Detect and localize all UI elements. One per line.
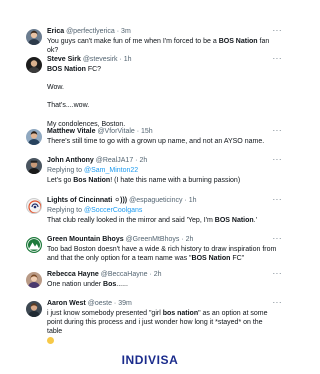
author-name[interactable]: Steve Sirk — [47, 56, 81, 63]
tweet-text: There's still time to go with a grown up… — [47, 138, 265, 145]
avatar[interactable] — [26, 158, 42, 174]
reply-to-link[interactable]: @SoccerCoolgans — [84, 207, 142, 214]
author-name[interactable]: Lights of Cincinnati ⚪))) — [47, 197, 127, 204]
more-options-icon[interactable]: ··· — [273, 299, 283, 307]
author-handle[interactable]: @GreenMtBhoys — [126, 236, 180, 243]
indivisa-logo: INDIVISA — [121, 353, 179, 367]
tweet-text: That club really looked in the mirror an… — [47, 217, 257, 224]
tweet[interactable]: Aaron West @oeste · 39m ··· i just know … — [0, 299, 300, 346]
more-options-icon[interactable]: ··· — [273, 196, 283, 204]
tweet-text: i just know somebody presented "girl bos… — [47, 309, 278, 346]
avatar[interactable] — [26, 129, 42, 145]
more-options-icon[interactable]: ··· — [273, 55, 283, 63]
reply-to-link[interactable]: @Sam_Minton22 — [84, 167, 138, 174]
more-options-icon[interactable]: ··· — [273, 235, 283, 243]
tweet-header: Steve Sirk @stevesirk · 1h — [47, 55, 278, 64]
tweet-time[interactable]: 39m — [118, 300, 132, 307]
tweet-header: Matthew Vitale @VforVitale · 15h — [47, 127, 278, 136]
tweet[interactable]: John Anthony @RealJA17 · 2h ··· Replying… — [0, 156, 300, 185]
replying-to: Replying to @SoccerCoolgans — [47, 207, 143, 214]
tweet-text: You guys can't make fun of me when I'm f… — [47, 38, 270, 55]
tweet-time[interactable]: 2h — [139, 157, 147, 164]
avatar[interactable] — [26, 57, 42, 73]
tweet-time[interactable]: 1h — [124, 56, 132, 63]
tweet-time[interactable]: 3m — [121, 28, 131, 35]
author-handle[interactable]: @stevesirk — [83, 56, 118, 63]
more-options-icon[interactable]: ··· — [273, 127, 283, 135]
tweet-text: Let's go Bos Nation! (I hate this name w… — [47, 177, 241, 184]
tweet[interactable]: Matthew Vitale @VforVitale · 15h ··· The… — [0, 127, 300, 146]
author-handle[interactable]: @RealJA17 — [96, 157, 133, 164]
author-handle[interactable]: @espagueticincy — [129, 197, 182, 204]
author-handle[interactable]: @oeste — [88, 300, 112, 307]
tweet-time[interactable]: 2h — [154, 271, 162, 278]
tweet-time[interactable]: 2h — [186, 236, 194, 243]
avatar[interactable] — [26, 272, 42, 288]
avatar[interactable] — [26, 237, 42, 253]
tweet-text: BOS Nation FC? Wow. That's....wow. My co… — [47, 66, 126, 128]
tweet[interactable]: Rebecca Hayne @BeccaHayne · 2h ··· One n… — [0, 270, 300, 289]
author-name[interactable]: Rebecca Hayne — [47, 271, 99, 278]
author-handle[interactable]: @BeccaHayne — [101, 271, 148, 278]
tweet[interactable]: Lights of Cincinnati ⚪))) @espagueticinc… — [0, 196, 300, 225]
author-name[interactable]: Erica — [47, 28, 64, 35]
avatar[interactable] — [26, 198, 42, 214]
more-options-icon[interactable]: ··· — [273, 27, 283, 35]
author-name[interactable]: Aaron West — [47, 300, 86, 307]
tweet[interactable]: Erica @perfectlyerica · 3m ··· You guys … — [0, 27, 300, 55]
tweet[interactable]: Steve Sirk @stevesirk · 1h ··· BOS Natio… — [0, 55, 300, 129]
tweet-feed: Erica @perfectlyerica · 3m ··· You guys … — [0, 0, 300, 352]
more-options-icon[interactable]: ··· — [273, 156, 283, 164]
author-name[interactable]: John Anthony — [47, 157, 94, 164]
author-name[interactable]: Green Mountain Bhoys — [47, 236, 124, 243]
author-name[interactable]: Matthew Vitale — [47, 128, 96, 135]
tweet-header: Rebecca Hayne @BeccaHayne · 2h — [47, 270, 278, 279]
tweet-header: Aaron West @oeste · 39m — [47, 299, 278, 308]
tweet-text: Too bad Boston doesn't have a wide & ric… — [47, 246, 277, 263]
tweet-time[interactable]: 15h — [141, 128, 153, 135]
tweet-header: Green Mountain Bhoys @GreenMtBhoys · 2h — [47, 235, 278, 244]
tweet-header: John Anthony @RealJA17 · 2h — [47, 156, 278, 165]
author-handle[interactable]: @VforVitale — [97, 128, 134, 135]
avatar[interactable] — [26, 29, 42, 45]
replying-to: Replying to @Sam_Minton22 — [47, 167, 139, 174]
tweet-header: Erica @perfectlyerica · 3m — [47, 27, 278, 36]
avatar[interactable] — [26, 301, 42, 317]
more-options-icon[interactable]: ··· — [273, 270, 283, 278]
tweet[interactable]: Green Mountain Bhoys @GreenMtBhoys · 2h … — [0, 235, 300, 263]
author-handle[interactable]: @perfectlyerica — [66, 28, 115, 35]
tweet-time[interactable]: 1h — [189, 197, 197, 204]
tweet-text: One nation under Bos...... — [47, 281, 128, 288]
tweet-header: Lights of Cincinnati ⚪))) @espagueticinc… — [47, 196, 278, 205]
crying-laughing-emoji-icon — [47, 336, 54, 344]
